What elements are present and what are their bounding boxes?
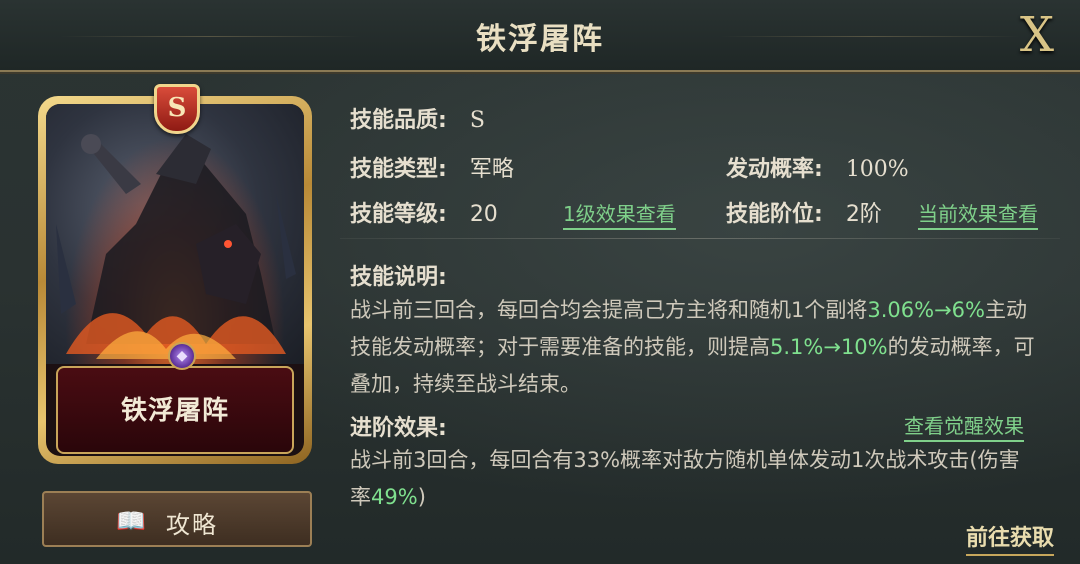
- level1-effect-link[interactable]: 1级效果查看: [563, 198, 676, 230]
- description-heading: 技能说明:: [350, 259, 447, 291]
- tier-value: 2阶: [845, 202, 882, 227]
- skill-card: ◆ 铁浮屠阵: [38, 96, 312, 464]
- advance-heading-text: 进阶效果:: [350, 416, 447, 441]
- advance-part: ): [417, 485, 426, 509]
- trigger-rate-value: 100%: [845, 157, 909, 182]
- current-effect-link[interactable]: 当前效果查看: [918, 198, 1038, 230]
- close-button[interactable]: X: [1012, 8, 1062, 62]
- advance-highlight: 49%: [371, 485, 418, 509]
- description-highlight: 3.06%→6%: [867, 298, 985, 322]
- skill-card-inner: ◆ 铁浮屠阵: [46, 104, 304, 456]
- advance-part: 战斗前3回合，每回合有33%概率对敌方随机单体发动1次战术攻击(伤害率: [350, 448, 1020, 509]
- level-value: 20: [469, 202, 498, 227]
- title-bar: 铁浮屠阵 X: [0, 0, 1080, 72]
- type-row: 技能类型: 军略: [350, 151, 514, 183]
- type-value: 军略: [469, 157, 514, 182]
- description-highlight: 5.1%→10%: [770, 335, 888, 359]
- grade-badge: S: [154, 84, 200, 134]
- guide-button-label: 攻略: [166, 511, 218, 539]
- awakening-effect-link[interactable]: 查看觉醒效果: [904, 410, 1024, 442]
- quality-label: 技能品质:: [350, 108, 447, 133]
- card-name: 铁浮屠阵: [120, 396, 229, 426]
- go-obtain-button[interactable]: 前往获取: [965, 520, 1054, 556]
- level-label: 技能等级:: [350, 202, 447, 227]
- level-row: 技能等级: 20: [350, 196, 498, 228]
- guide-button[interactable]: 📖 攻略: [42, 491, 312, 547]
- book-icon: 📖: [116, 507, 146, 535]
- description-heading-text: 技能说明:: [350, 265, 447, 290]
- trigger-rate-label: 发动概率:: [726, 157, 823, 182]
- page-title: 铁浮屠阵: [476, 22, 604, 57]
- section-divider: [340, 238, 1060, 239]
- cavalry-illustration: [56, 134, 296, 359]
- skill-card-art: [46, 104, 304, 364]
- quality-row: 技能品质: S: [350, 102, 485, 134]
- advance-heading: 进阶效果:: [350, 410, 447, 442]
- advance-text: 战斗前3回合，每回合有33%概率对敌方随机单体发动1次战术攻击(伤害率49%): [350, 442, 1030, 516]
- description-part: 战斗前三回合，每回合均会提高己方主将和随机1个副将: [350, 298, 868, 322]
- gem-icon: ◆: [168, 342, 196, 370]
- trigger-rate-row: 发动概率: 100%: [726, 151, 909, 183]
- type-label: 技能类型:: [350, 157, 447, 182]
- description-text: 战斗前三回合，每回合均会提高己方主将和随机1个副将3.06%→6%主动技能发动概…: [350, 292, 1040, 403]
- skill-detail-panel: 铁浮屠阵 X ◆ 铁浮屠阵 S 📖 攻略 技能品质: S 技能类型: 军略 发动…: [0, 0, 1080, 564]
- tier-label: 技能阶位:: [726, 202, 823, 227]
- quality-value: S: [469, 108, 485, 133]
- tier-row: 技能阶位: 2阶: [726, 196, 882, 228]
